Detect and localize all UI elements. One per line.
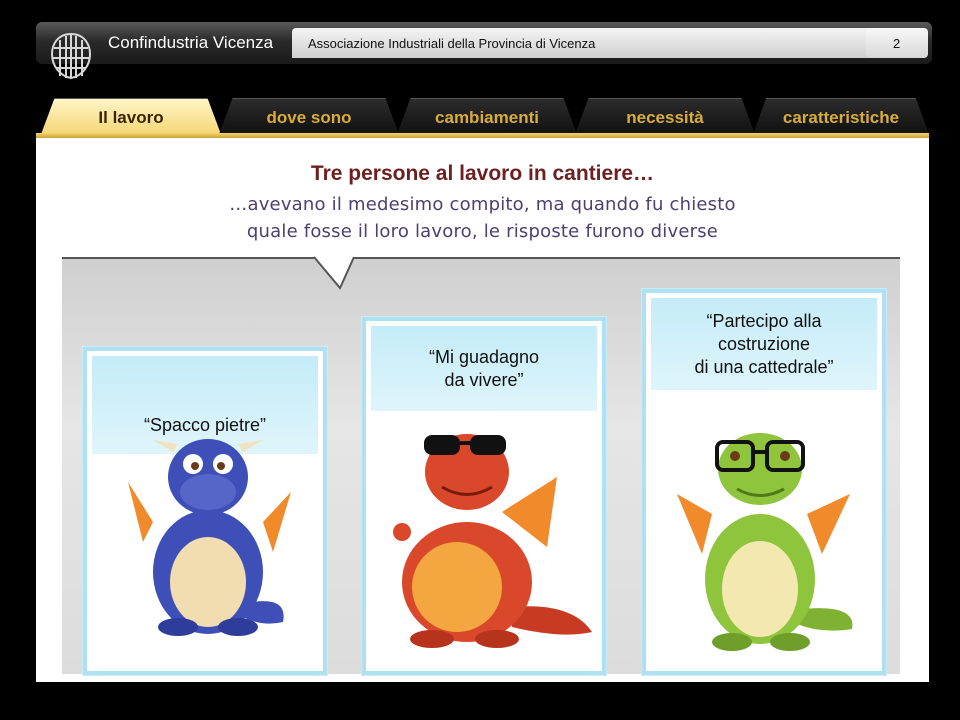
tab-necessita[interactable]: necessità — [574, 98, 756, 137]
answer-card-1: “Spacco pietre” — [82, 346, 328, 676]
page-number: 2 — [893, 36, 901, 51]
section-tabs: Il lavoro dove sono cambiamenti necessit… — [40, 98, 930, 138]
tab-cambiamenti[interactable]: cambiamenti — [396, 98, 578, 137]
answer-card-3-label: “Partecipo alla costruzione di una catte… — [651, 298, 877, 390]
answer-card-2-label: “Mi guadagno da vivere” — [371, 326, 597, 411]
panel-border-left — [62, 257, 314, 259]
answer-text: “Mi guadagno — [428, 346, 540, 367]
slide-title: Tre persone al lavoro in cantiere… — [310, 162, 655, 185]
panel-border-right — [354, 257, 900, 259]
confindustria-logo — [50, 32, 92, 80]
tab-label: caratteristiche — [782, 108, 900, 127]
red-dragon-illustration — [393, 434, 592, 648]
answer-text: da vivere” — [444, 369, 524, 390]
answer-text: costruzione — [717, 333, 811, 354]
speech-bubble-tail — [314, 256, 354, 290]
answer-text: “Partecipo alla — [706, 310, 822, 331]
brand-name: Confindustria Vicenza — [108, 33, 274, 52]
answer-card-2: “Mi guadagno da vivere” — [361, 316, 607, 676]
slide-subtitle-line-1: …avevano il medesimo compito, ma quando … — [229, 194, 736, 215]
association-name: Associazione Industriali della Provincia… — [308, 36, 596, 51]
tab-label: necessità — [626, 108, 704, 127]
tab-caratteristiche[interactable]: caratteristiche — [752, 98, 930, 137]
slide-subtitle-line-2: quale fosse il loro lavoro, le risposte … — [246, 221, 719, 242]
green-dragon-illustration — [677, 433, 853, 651]
blue-dragon-illustration — [128, 439, 291, 636]
slide-content: Tre persone al lavoro in cantiere… …avev… — [36, 138, 929, 682]
answer-text: di una cattedrale” — [694, 356, 834, 377]
tab-label: Il lavoro — [98, 108, 164, 127]
tab-il-lavoro[interactable]: Il lavoro — [40, 98, 222, 137]
tab-label: dove sono — [266, 108, 352, 127]
tab-label: cambiamenti — [435, 108, 539, 127]
answer-card-3: “Partecipo alla costruzione di una catte… — [641, 288, 887, 676]
tab-dove-sono[interactable]: dove sono — [218, 98, 400, 137]
